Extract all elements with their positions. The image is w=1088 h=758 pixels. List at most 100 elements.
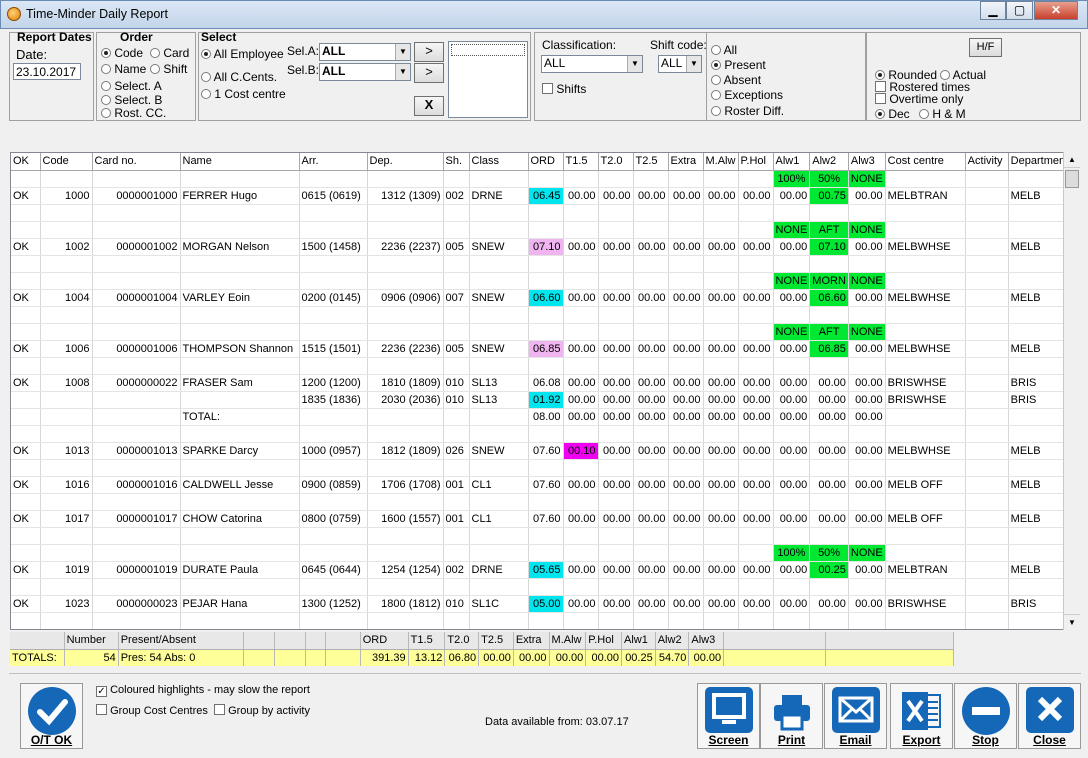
group-cost-centres-checkbox[interactable]: Group Cost Centres [96, 704, 208, 717]
table-row[interactable]: OK 1023 0000000023 PEJAR Hana 1300 (1252) 180… [11, 595, 1072, 613]
maximize-button[interactable]: ▢ [1006, 1, 1033, 20]
column-header[interactable]: ORD [528, 153, 564, 171]
table-row[interactable]: OK 1019 0000001019 DURATE Paula 0645 (0644) 1… [11, 561, 1072, 579]
report-grid[interactable]: OK Code Card no. Name Arr. Dep. Sh. Class ORD T1.… [10, 152, 1080, 630]
order-card-radio[interactable]: Card [150, 46, 189, 60]
column-header[interactable]: Alw2 [809, 153, 849, 171]
column-header[interactable]: Alw1 [773, 153, 811, 171]
chevron-down-icon[interactable]: ▼ [395, 64, 410, 80]
column-header[interactable]: P.Hol [738, 153, 774, 171]
ot-ok-button[interactable]: O/T OK [20, 683, 83, 749]
column-header[interactable]: Name [180, 153, 300, 171]
allowance-row[interactable]: NONE AFT NONE [11, 221, 1072, 239]
column-header[interactable]: Extra [668, 153, 704, 171]
screen-button[interactable]: Screen [697, 683, 760, 749]
allowance-row[interactable]: 100% 50% NONE [11, 170, 1072, 188]
blank-row[interactable] [11, 306, 1072, 324]
column-header[interactable]: OK [11, 153, 41, 171]
blank-row[interactable] [11, 459, 1072, 477]
scroll-down-icon[interactable]: ▼ [1064, 614, 1080, 630]
sel-a-add-button[interactable]: > [414, 42, 444, 62]
select-all-ccents-radio[interactable]: All C.Cents. [201, 70, 277, 84]
vertical-scrollbar[interactable]: ▲ ▼ [1063, 152, 1080, 630]
order-name-radio[interactable]: Name [101, 62, 146, 76]
scrollbar-thumb[interactable] [1065, 170, 1079, 188]
export-button[interactable]: Export [890, 683, 953, 749]
clear-selection-button[interactable]: X [414, 96, 444, 116]
blank-row[interactable] [11, 255, 1072, 273]
column-header[interactable]: Arr. [299, 153, 368, 171]
sel-b-add-button[interactable]: > [414, 63, 444, 83]
column-header[interactable]: Card no. [92, 153, 181, 171]
column-header[interactable]: Dep. [367, 153, 444, 171]
allowance-row[interactable]: 100% 50% NONE [11, 544, 1072, 562]
allowance-row[interactable]: NONE AFT NONE [11, 323, 1072, 341]
stop-button[interactable]: Stop [954, 683, 1017, 749]
table-row[interactable]: OK 1013 0000001013 SPARKE Darcy 1000 (0957) 1… [11, 442, 1072, 460]
order-selb-radio[interactable]: Select. B [101, 93, 162, 107]
status-all-radio[interactable]: All [711, 43, 737, 57]
email-button[interactable]: Email [824, 683, 887, 749]
column-header[interactable]: Sh. [443, 153, 470, 171]
blank-row[interactable] [11, 527, 1072, 545]
table-row[interactable]: OK 1004 0000001004 VARLEY Eoin 0200 (0145) 09… [11, 289, 1072, 307]
blank-row[interactable] [11, 204, 1072, 222]
sel-a-combo[interactable]: ALL ▼ [319, 43, 411, 61]
group-by-activity-checkbox[interactable]: Group by activity [214, 704, 310, 717]
scroll-up-icon[interactable]: ▲ [1064, 152, 1080, 168]
column-header[interactable]: Alw3 [848, 153, 886, 171]
chevron-down-icon[interactable]: ▼ [395, 44, 410, 60]
date-input[interactable]: 23.10.2017 [13, 63, 81, 80]
selection-listbox[interactable] [448, 41, 528, 118]
order-code-radio[interactable]: Code [101, 46, 143, 60]
table-row[interactable]: TOTAL: 08.00 00.00 00.00 00.00 00.00 00.00 00.0… [11, 408, 1072, 426]
chevron-down-icon[interactable]: ▼ [686, 56, 701, 72]
overtime-only-checkbox[interactable]: Overtime only [875, 92, 963, 106]
order-shift-radio[interactable]: Shift [150, 62, 187, 76]
print-button[interactable]: Print [760, 683, 823, 749]
close-window-button[interactable]: ✕ [1034, 1, 1078, 20]
column-header[interactable]: Department [1008, 153, 1072, 171]
shifts-checkbox[interactable]: Shifts [542, 82, 586, 96]
minimize-button[interactable]: ▁ [980, 1, 1006, 20]
column-header[interactable]: T2.0 [598, 153, 634, 171]
shift-code-combo[interactable]: ALL ▼ [658, 55, 702, 73]
table-row[interactable]: OK 1016 0000001016 CALDWELL Jesse 0900 (0859… [11, 476, 1072, 494]
sel-b-combo[interactable]: ALL ▼ [319, 63, 411, 81]
column-header[interactable]: M.Alw [703, 153, 739, 171]
status-exceptions-radio[interactable]: Exceptions [711, 88, 783, 102]
column-header[interactable]: Class [469, 153, 529, 171]
select-1cc-radio[interactable]: 1 Cost centre [201, 87, 286, 101]
blank-row[interactable] [11, 425, 1072, 443]
blank-row[interactable] [11, 612, 1072, 629]
grid-cell [885, 527, 966, 545]
column-header[interactable]: T2.5 [633, 153, 669, 171]
status-present-radio[interactable]: Present [711, 58, 766, 72]
dec-radio[interactable]: Dec [875, 107, 910, 121]
classification-combo[interactable]: ALL ▼ [541, 55, 643, 73]
order-sela-radio[interactable]: Select. A [101, 79, 162, 93]
coloured-highlights-checkbox[interactable]: ✓ Coloured highlights - may slow the rep… [96, 684, 310, 697]
order-rostcc-radio[interactable]: Rost. CC. [101, 106, 166, 120]
blank-row[interactable] [11, 357, 1072, 375]
select-all-employee-radio[interactable]: All Employee [201, 47, 284, 61]
table-row[interactable]: OK 1008 0000000022 FRASER Sam 1200 (1200) 181… [11, 374, 1072, 392]
blank-row[interactable] [11, 578, 1072, 596]
table-row[interactable]: OK 1000 0000001000 FERRER Hugo 0615 (0619) 13… [11, 187, 1072, 205]
status-absent-radio[interactable]: Absent [711, 73, 761, 87]
header-footer-button[interactable]: H/F [969, 38, 1002, 57]
column-header[interactable]: Activity [965, 153, 1009, 171]
blank-row[interactable] [11, 493, 1072, 511]
hm-radio[interactable]: H & M [919, 107, 966, 121]
allowance-row[interactable]: NONE MORN NONE [11, 272, 1072, 290]
table-row[interactable]: OK 1002 0000001002 MORGAN Nelson 1500 (1458)… [11, 238, 1072, 256]
chevron-down-icon[interactable]: ▼ [627, 56, 642, 72]
table-row[interactable]: OK 1017 0000001017 CHOW Catorina 0800 (0759)… [11, 510, 1072, 528]
table-row[interactable]: 1835 (1836) 2030 (2036) 010 SL13 01.92 00.00 0… [11, 391, 1072, 409]
close-button[interactable]: Close [1018, 683, 1081, 749]
table-row[interactable]: OK 1006 0000001006 THOMPSON Shannon 1515 (15… [11, 340, 1072, 358]
column-header[interactable]: Cost centre [885, 153, 966, 171]
column-header[interactable]: T1.5 [563, 153, 599, 171]
column-header[interactable]: Code [40, 153, 93, 171]
status-roster-diff-radio[interactable]: Roster Diff. [711, 104, 784, 118]
